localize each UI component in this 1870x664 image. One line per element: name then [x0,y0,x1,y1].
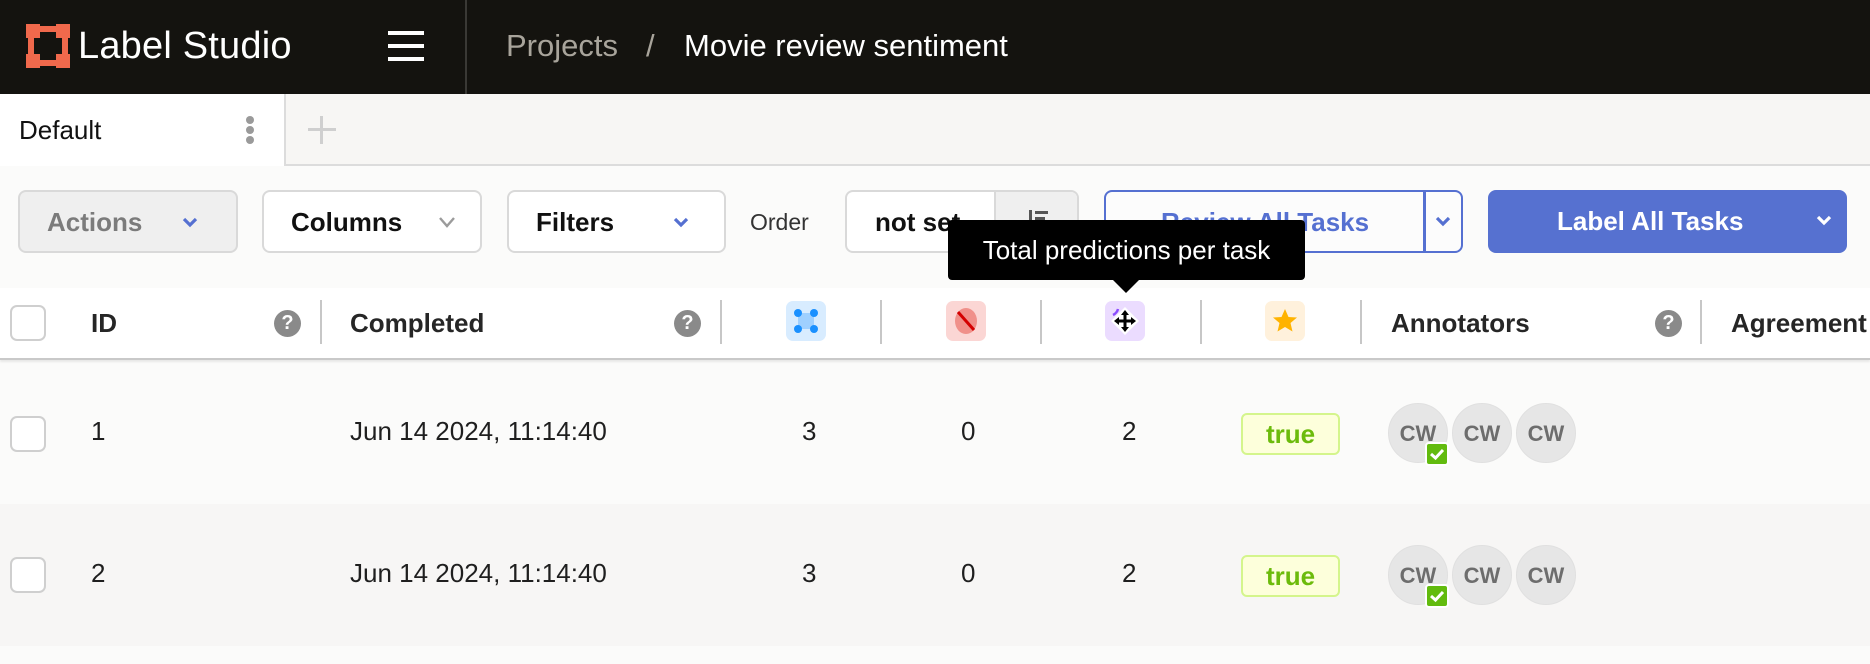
column-header-completed[interactable]: Completed [350,306,484,340]
chevron-down-icon [439,217,455,228]
reviewed-badge: true [1241,413,1340,455]
column-header-agreement[interactable]: Agreement [1731,306,1867,340]
tab-more-options-button[interactable] [240,114,260,146]
column-header-predictions[interactable] [1105,301,1145,341]
cell-completed: Jun 14 2024, 11:14:40 [350,416,607,446]
column-header-cancelled[interactable] [946,301,986,341]
chevron-down-icon [182,217,198,228]
column-resize-handle[interactable] [720,300,722,344]
chevron-down-icon [1435,216,1451,227]
more-vertical-icon-dot [246,116,254,124]
column-header-total-annotations[interactable] [786,301,826,341]
hamburger-icon-bar [388,44,424,48]
cell-total-annotations: 3 [802,558,817,588]
breadcrumb-projects-link[interactable]: Projects [506,26,618,66]
columns-label: Columns [291,207,403,237]
chevron-down-icon[interactable] [1815,211,1833,229]
annotations-icon [794,309,818,333]
annotator-avatar[interactable]: CW [1452,545,1512,605]
order-label: Order [750,209,809,235]
main-menu-button[interactable] [386,31,426,61]
tab-label: Default [19,115,102,145]
column-tooltip: Total predictions per task [948,220,1305,293]
breadcrumb-current-project: Movie review sentiment [684,28,1008,63]
more-vertical-icon-dot [246,126,254,134]
cell-predictions: 2 [1122,416,1137,446]
annotator-avatar[interactable]: CW [1516,403,1576,463]
checkmark-icon [1425,584,1449,608]
cell-id: 2 [91,558,106,588]
checkmark-icon [1425,442,1449,466]
cell-completed: Jun 14 2024, 11:14:40 [350,558,607,588]
cancelled-icon [955,308,977,334]
column-header-id[interactable]: ID [91,306,117,340]
actions-dropdown[interactable]: Actions [18,190,238,253]
filters-dropdown[interactable]: Filters [507,190,726,253]
predictions-icon [1111,307,1139,335]
filters-label: Filters [536,207,615,237]
cell-total-annotations: 3 [802,416,817,446]
hamburger-icon-bar [388,57,424,61]
hamburger-icon-bar [388,31,424,35]
columns-dropdown[interactable]: Columns [262,190,482,253]
column-resize-handle[interactable] [1200,300,1202,344]
row-checkbox[interactable] [10,416,46,452]
view-tabs: Default [0,94,1870,166]
star-icon [1273,309,1297,332]
label-all-tasks-label: Label All Tasks [1557,206,1744,236]
label-all-tasks-button[interactable]: Label All Tasks [1488,190,1847,253]
help-icon[interactable]: ? [274,310,301,337]
select-all-checkbox[interactable] [10,305,46,341]
column-resize-handle[interactable] [1700,300,1702,344]
column-resize-handle[interactable] [320,300,322,344]
app-name[interactable]: Label Studio [78,22,292,70]
column-resize-handle[interactable] [880,300,882,344]
more-vertical-icon-dot [246,136,254,144]
top-navigation-bar: Label Studio Projects / Movie review sen… [0,0,1870,94]
tab-default[interactable]: Default [0,94,286,166]
cell-predictions: 2 [1122,558,1137,588]
cell-cancelled: 0 [961,558,976,588]
column-resize-handle[interactable] [1360,300,1362,344]
reviewed-badge: true [1241,555,1340,597]
breadcrumb-separator: / [646,28,655,63]
label-studio-logo-icon [26,24,70,68]
annotator-avatar[interactable]: CW [1452,403,1512,463]
add-tab-button[interactable] [306,112,336,148]
annotator-avatar[interactable]: CW [1516,545,1576,605]
chevron-down-icon [673,217,689,228]
cell-cancelled: 0 [961,416,976,446]
help-icon[interactable]: ? [1655,310,1682,337]
table-row[interactable]: 2 Jun 14 2024, 11:14:40 3 0 2 true CW CW… [0,504,1870,646]
table-header: ID ? Completed ? Annotators ? Agreement [0,288,1870,360]
cell-id: 1 [91,416,106,446]
column-resize-handle[interactable] [1040,300,1042,344]
actions-label: Actions [47,207,143,237]
help-icon[interactable]: ? [674,310,701,337]
column-header-reviewed[interactable] [1265,301,1305,341]
column-header-annotators[interactable]: Annotators [1391,306,1530,340]
table-row[interactable]: 1 Jun 14 2024, 11:14:40 3 0 2 true CW CW… [0,362,1870,504]
row-checkbox[interactable] [10,557,46,593]
review-options-button[interactable] [1423,192,1461,251]
header-divider [465,0,467,94]
